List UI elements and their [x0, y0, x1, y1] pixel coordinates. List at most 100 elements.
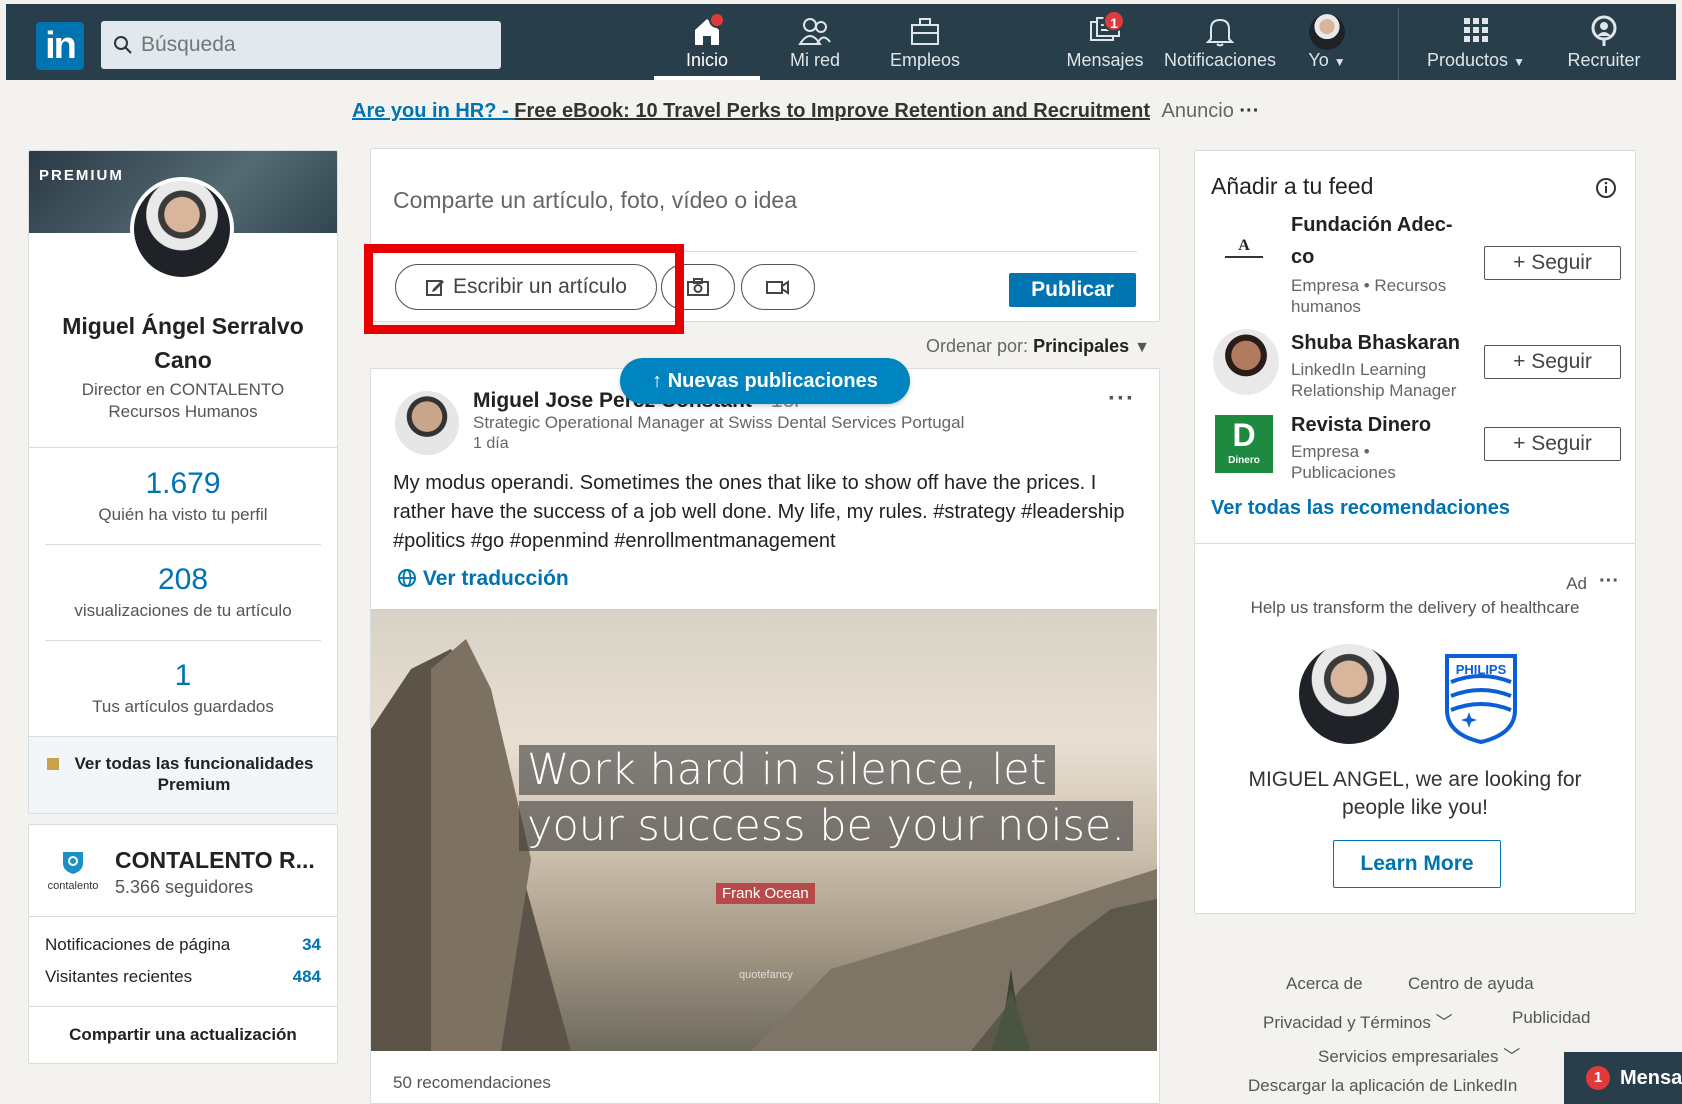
- nav-me-label: Yo: [1308, 50, 1329, 70]
- premium-link[interactable]: Ver todas las funcionalidades Premium: [29, 736, 337, 813]
- new-posts-button[interactable]: ↑ Nuevas publicaciones: [620, 358, 910, 404]
- contalento-logo[interactable]: contalento: [43, 849, 103, 893]
- philips-logo[interactable]: PHILIPS: [1443, 652, 1519, 745]
- divider: [45, 640, 321, 641]
- translate-link[interactable]: Ver traducción: [397, 567, 569, 591]
- page-notifications-count[interactable]: 34: [302, 935, 321, 955]
- ad-label: Ad: [1566, 574, 1587, 593]
- feed-item-name[interactable]: Shuba Bhaskaran: [1291, 327, 1460, 359]
- publish-button[interactable]: Publicar: [1009, 273, 1136, 307]
- ad-tagline: Help us transform the delivery of health…: [1250, 598, 1580, 617]
- stat-article-views-label[interactable]: visualizaciones de tu artículo: [29, 601, 337, 621]
- share-placeholder[interactable]: Comparte un artículo, foto, vídeo o idea: [393, 187, 797, 214]
- top-ad: Are you in HR? - Free eBook: 10 Travel P…: [352, 100, 1259, 123]
- network-icon: [797, 14, 833, 48]
- follow-label: Seguir: [1531, 432, 1592, 455]
- premium-link-label: Ver todas las funcionalidades: [74, 754, 314, 773]
- new-posts-label: Nuevas publicaciones: [667, 370, 878, 392]
- post-more-icon[interactable]: ···: [1108, 385, 1135, 413]
- nav-network[interactable]: Mi red: [770, 10, 860, 80]
- plus-icon: +: [1513, 251, 1526, 274]
- stat-profile-views[interactable]: 1.679: [29, 467, 337, 501]
- nav-home[interactable]: Inicio: [654, 10, 760, 80]
- nav-recruiter[interactable]: Recruiter: [1554, 10, 1654, 80]
- premium-icon: [47, 758, 59, 770]
- arrow-up-icon: ↑: [652, 370, 663, 392]
- info-icon[interactable]: [1595, 177, 1617, 199]
- stat-article-views[interactable]: 208: [29, 563, 337, 597]
- camera-icon: [687, 278, 709, 296]
- footer-privacy-link[interactable]: Privacidad y Términos ﹀: [1263, 1008, 1453, 1033]
- profile-name[interactable]: Miguel Ángel Serralvo Cano: [29, 309, 337, 377]
- ad-title[interactable]: Free eBook: 10 Travel Perks to Improve R…: [514, 100, 1150, 122]
- fundacion-adecco-logo[interactable]: A: [1219, 237, 1269, 273]
- see-all-recommendations-link[interactable]: Ver todas las recomendaciones: [1211, 497, 1510, 520]
- ad-user-avatar: [1299, 644, 1399, 744]
- caret-down-icon: ▼: [1513, 55, 1525, 69]
- recent-visitors-label[interactable]: Visitantes recientes: [45, 967, 192, 987]
- nav-notifications-label: Notificaciones: [1163, 50, 1277, 70]
- feed-item-name[interactable]: Revista Dinero: [1291, 409, 1431, 441]
- feed-post: Miguel Jose Perez Constant • 1er Strateg…: [370, 368, 1160, 1104]
- search-input[interactable]: [141, 29, 481, 61]
- divider: [45, 544, 321, 545]
- follow-button[interactable]: + Seguir: [1484, 427, 1621, 461]
- sort-label: Ordenar por:: [926, 336, 1034, 356]
- home-badge: [709, 12, 725, 28]
- contalento-logo-text: contalento: [47, 880, 99, 892]
- stat-profile-views-label[interactable]: Quién ha visto tu perfil: [29, 505, 337, 525]
- add-to-feed-card: Añadir a tu feed A Fundación Adec-co Emp…: [1194, 150, 1636, 544]
- post-likes-count[interactable]: 50 recomendaciones: [393, 1073, 551, 1093]
- footer-help-link[interactable]: Centro de ayuda: [1408, 974, 1534, 994]
- follow-button[interactable]: + Seguir: [1484, 345, 1621, 379]
- philips-brand: PHILIPS: [1456, 662, 1507, 677]
- sidebar-ad: Ad ··· Help us transform the delivery of…: [1194, 544, 1636, 914]
- nav-home-label: Inicio: [685, 50, 729, 70]
- post-author-avatar[interactable]: [395, 391, 459, 455]
- follow-label: Seguir: [1531, 251, 1592, 274]
- post-image[interactable]: Work hard in silence, let your success b…: [371, 609, 1157, 1051]
- nav-divider: [1398, 8, 1399, 80]
- profile-avatar[interactable]: [130, 177, 234, 281]
- ad-more-icon[interactable]: ···: [1599, 570, 1619, 593]
- learn-more-button[interactable]: Learn More: [1333, 840, 1501, 888]
- nav-notifications[interactable]: Notificaciones: [1156, 10, 1284, 80]
- stat-saved-articles-label[interactable]: Tus artículos guardados: [29, 697, 337, 717]
- ad-link[interactable]: Are you in HR? -: [352, 100, 514, 122]
- feed-item-sub: LinkedIn Learning Relationship Manager: [1291, 360, 1457, 400]
- share-update-link[interactable]: Compartir una actualización: [29, 1025, 337, 1045]
- video-button[interactable]: [741, 264, 815, 310]
- nav-network-label: Mi red: [789, 50, 840, 70]
- footer-download-link[interactable]: Descargar la aplicación de LinkedIn: [1248, 1076, 1517, 1096]
- follow-button[interactable]: + Seguir: [1484, 246, 1621, 280]
- company-name[interactable]: CONTALENTO R...: [115, 847, 315, 874]
- sort-value: Principales: [1033, 336, 1130, 356]
- shuba-avatar[interactable]: [1213, 329, 1279, 395]
- profile-card: PREMIUM Miguel Ángel Serralvo Cano Direct…: [28, 150, 338, 814]
- footer-about-link[interactable]: Acerca de: [1286, 974, 1363, 994]
- nav-messages[interactable]: 1 Mensajes: [1060, 10, 1150, 80]
- sort-dropdown[interactable]: Ordenar por: Principales ▼: [926, 336, 1150, 357]
- revista-dinero-logo[interactable]: D Dinero: [1215, 415, 1273, 473]
- search-box[interactable]: [101, 21, 501, 69]
- video-icon: [766, 280, 789, 295]
- recent-visitors-count[interactable]: 484: [293, 967, 321, 987]
- bell-icon: [1202, 14, 1238, 48]
- footer-business-link[interactable]: Servicios empresariales ﹀: [1318, 1042, 1520, 1067]
- nav-jobs[interactable]: Empleos: [870, 10, 980, 80]
- nav-products[interactable]: Productos ▼: [1416, 10, 1536, 80]
- top-nav: in Inicio Mi red Empleos 1 Mensajes No: [6, 4, 1676, 80]
- shield-icon: [63, 852, 83, 874]
- plus-icon: +: [1513, 350, 1526, 373]
- caret-down-icon: ▼: [1134, 339, 1150, 356]
- page-notifications-label[interactable]: Notificaciones de página: [45, 935, 230, 955]
- nav-me[interactable]: Yo ▼: [1292, 10, 1362, 80]
- ad-more-icon[interactable]: ···: [1239, 100, 1259, 122]
- linkedin-logo[interactable]: in: [36, 22, 84, 70]
- chevron-down-icon: ﹀: [1503, 1047, 1521, 1066]
- footer-advertising-link[interactable]: Publicidad: [1512, 1008, 1590, 1028]
- stat-saved-articles[interactable]: 1: [29, 659, 337, 693]
- feed-item-name[interactable]: Fundación Adec-co: [1291, 209, 1452, 273]
- home-icon: [689, 12, 725, 48]
- messaging-bar[interactable]: 1 Mensa: [1564, 1052, 1682, 1104]
